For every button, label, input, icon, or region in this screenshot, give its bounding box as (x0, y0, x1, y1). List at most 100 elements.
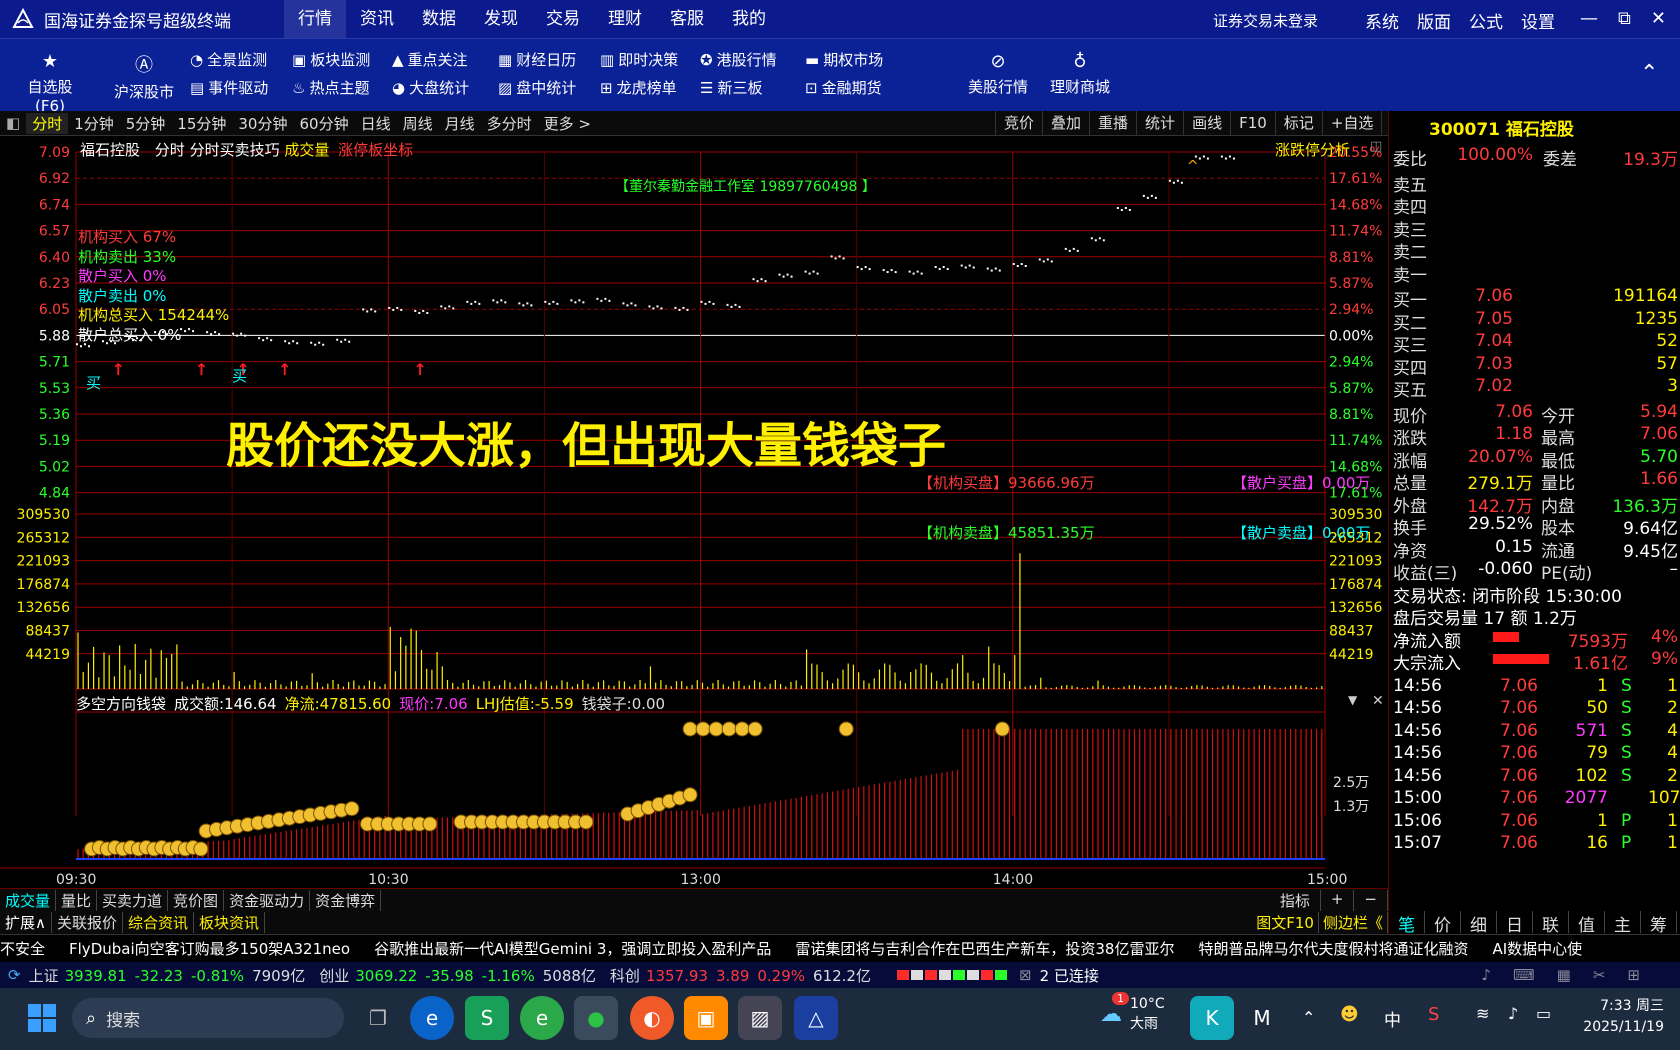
restore-icon[interactable]: ⧉ (1618, 8, 1631, 29)
menu-item-5[interactable]: 理财 (594, 0, 656, 38)
ticker-item-1[interactable]: FlyDubai向空客订购最多150架A321neo (69, 938, 374, 959)
tray-app-icon[interactable]: ☻ (1340, 1004, 1359, 1025)
menu-item-6[interactable]: 客服 (656, 0, 718, 38)
quote-tab-3[interactable]: 日 (1497, 911, 1533, 936)
wechat-icon[interactable]: ● (574, 996, 618, 1040)
sidebar-toggle-icon[interactable]: ◧ (0, 114, 26, 132)
indicator-dropdown-icon[interactable]: ▼ (1348, 693, 1357, 707)
limit-analysis-link[interactable]: 涨跌停分析 (1275, 139, 1350, 160)
calendar-icon[interactable]: ▦ (1557, 966, 1571, 984)
app-icon-orange[interactable]: ◐ (630, 996, 674, 1040)
guohai-app-icon[interactable]: △ (794, 996, 838, 1040)
chart-func-6[interactable]: 标记 (1274, 111, 1322, 136)
toolbar-item-1-6[interactable]: ⊡ 金融期货 (805, 77, 882, 98)
bell-icon[interactable]: ♪ (1481, 966, 1491, 984)
grid-icon[interactable]: ⊞ (1627, 966, 1640, 984)
ticker-item-5[interactable]: AI数据中心使 (1492, 938, 1606, 959)
period-tab-9[interactable]: 多分时 (481, 113, 538, 134)
task-view-icon[interactable]: ❐ (356, 996, 400, 1040)
indicator-tab-4[interactable]: 资金驱动力 (224, 889, 311, 911)
tray-red-app-icon[interactable]: S (1428, 1004, 1439, 1025)
toolbar-item-0-1[interactable]: ▣ 板块监测 (292, 49, 370, 70)
sh-sz-market-button[interactable]: Ⓐ 沪深股市 (108, 51, 180, 102)
period-tab-6[interactable]: 日线 (355, 113, 397, 134)
quote-tab-7[interactable]: 筹 (1641, 911, 1677, 936)
ext-right-1[interactable]: 侧边栏《 (1319, 912, 1388, 933)
indicator-action-0[interactable]: 指标 (1270, 889, 1321, 911)
right-menu-item-3[interactable]: 设置 (1521, 8, 1555, 33)
browser-360-icon[interactable]: e (520, 996, 564, 1040)
toolbar-item-1-1[interactable]: ♨ 热点主题 (292, 77, 369, 98)
ext-tab-3[interactable]: 板块资讯 (194, 912, 266, 933)
ime-indicator[interactable]: 中 (1384, 1006, 1401, 1031)
intraday-chart[interactable]: 7.09 20.55% 6.92 17.61% 6.74 14.68% 6.57 11.74%… (0, 136, 1388, 888)
limit-coordinate-label[interactable]: 涨停板坐标 (338, 141, 413, 159)
quote-tab-6[interactable]: 主 (1605, 911, 1641, 936)
chart-func-3[interactable]: 统计 (1136, 111, 1183, 136)
app-icon-image[interactable]: ▨ (738, 996, 782, 1040)
period-tab-0[interactable]: 分时 (26, 112, 69, 134)
period-tab-2[interactable]: 5分钟 (120, 113, 172, 134)
period-tab-8[interactable]: 月线 (439, 113, 481, 134)
ticker-item-0[interactable]: 不安全 (0, 938, 69, 959)
indicator-tab-5[interactable]: 资金博弈 (310, 889, 382, 911)
login-status[interactable]: 证券交易未登录 (1213, 10, 1318, 31)
windows-start-icon[interactable] (20, 996, 64, 1040)
toolbar-item-0-0[interactable]: ◔ 全景监测 (190, 49, 267, 70)
period-tab-1[interactable]: 1分钟 (68, 113, 120, 134)
toolbar-item-1-3[interactable]: ▨ 盘中统计 (498, 77, 576, 98)
indicator-tab-1[interactable]: 量比 (56, 889, 98, 911)
store-icon[interactable]: ▣ (684, 996, 728, 1040)
quote-tab-0[interactable]: 笔 (1389, 911, 1425, 936)
ext-tab-0[interactable]: 扩展∧ (0, 912, 52, 933)
chart-func-7[interactable]: +自选 (1321, 111, 1382, 136)
index-item-2[interactable]: 科创 1357.93 3.89 0.29% 612.2亿 (610, 965, 871, 986)
toolbar-item-1-0[interactable]: ▤ 事件驱动 (190, 77, 268, 98)
edge-browser-icon[interactable]: e (410, 996, 454, 1040)
menu-item-1[interactable]: 资讯 (346, 0, 408, 38)
chart-func-1[interactable]: 叠加 (1042, 111, 1089, 136)
menu-item-2[interactable]: 数据 (408, 0, 470, 38)
watchlist-button[interactable]: ★ 自选股(F6) (14, 51, 86, 115)
period-tab-10[interactable]: 更多 > (538, 113, 597, 134)
right-menu-item-1[interactable]: 版面 (1417, 8, 1451, 33)
period-tab-7[interactable]: 周线 (397, 113, 439, 134)
menu-item-3[interactable]: 发现 (470, 0, 532, 38)
index-item-1[interactable]: 创业 3069.22 -35.98 -1.16% 5088亿 (319, 965, 596, 986)
toolbar-item-0-5[interactable]: ✪ 港股行情 (700, 49, 777, 70)
app-icon-k[interactable]: K (1190, 996, 1234, 1040)
volume-icon[interactable]: ♪ (1508, 1004, 1518, 1023)
period-tab-4[interactable]: 30分钟 (232, 113, 293, 134)
indicator-tab-2[interactable]: 买卖力道 (97, 889, 169, 911)
collapse-toolbar-icon[interactable]: ⌃ (1640, 61, 1658, 86)
index-refresh-icon[interactable]: ⟳ (8, 966, 21, 984)
indicator-action-1[interactable]: + (1321, 889, 1355, 911)
right-menu-item-2[interactable]: 公式 (1469, 8, 1503, 33)
indicator-close-icon[interactable]: ✕ (1372, 693, 1384, 709)
indicator-tab-0[interactable]: 成交量 (0, 889, 57, 911)
chart-settings-icon[interactable]: ◫ (1370, 139, 1382, 154)
taskbar-search-box[interactable]: ⌕ 搜索 (72, 998, 344, 1038)
connection-status[interactable]: 2 已连接 (1040, 965, 1099, 986)
app-icon-s[interactable]: S (465, 996, 509, 1040)
period-tab-5[interactable]: 60分钟 (293, 113, 354, 134)
tray-expand-icon[interactable]: ⌃ (1302, 1008, 1315, 1027)
ext-tab-1[interactable]: 关联报价 (52, 912, 123, 933)
toolbar-item-0-4[interactable]: ▥ 即时决策 (600, 49, 678, 70)
chart-func-2[interactable]: 重播 (1089, 111, 1136, 136)
index-item-0[interactable]: 上证 3939.81 -32.23 -0.81% 7909亿 (29, 965, 306, 986)
close-icon[interactable]: ✕ (1651, 8, 1666, 29)
tools-icon[interactable]: ✂ (1593, 966, 1606, 984)
quote-tab-5[interactable]: 值 (1569, 911, 1605, 936)
indicator-tab-3[interactable]: 竞价图 (168, 889, 225, 911)
menu-item-0[interactable]: 行情 (284, 0, 346, 38)
minimize-icon[interactable]: — (1580, 8, 1598, 29)
app-icon-m[interactable]: M (1240, 996, 1284, 1040)
wifi-icon[interactable]: ≋ (1476, 1004, 1489, 1023)
wealth-mall-button[interactable]: ♁ 理财商城 (1044, 51, 1116, 97)
indicator-action-2[interactable]: − (1354, 889, 1388, 911)
keyboard-icon[interactable]: ⌨ (1513, 966, 1535, 984)
us-stock-button[interactable]: ⊘ 美股行情 (962, 51, 1034, 97)
menu-item-7[interactable]: 我的 (718, 0, 780, 38)
ticker-item-2[interactable]: 谷歌推出最新一代AI模型Gemini 3，强调立即投入盈利产品 (374, 938, 795, 959)
